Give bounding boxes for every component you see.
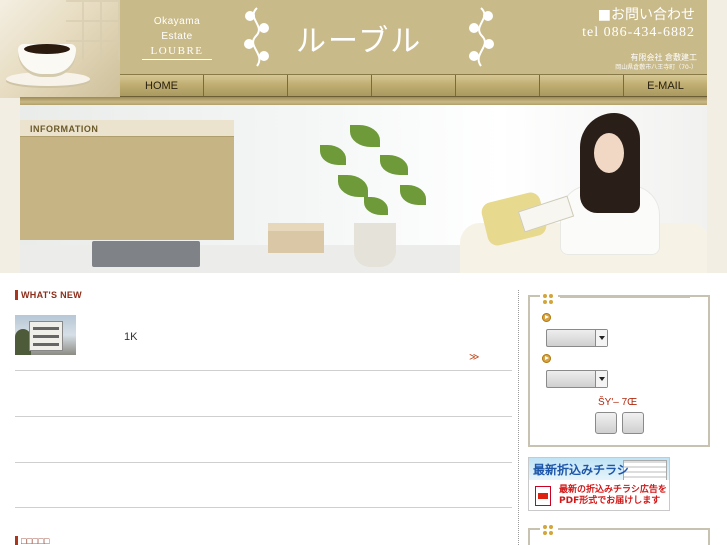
box-rule bbox=[560, 297, 690, 298]
header-banner: Okayama Estate LOUBRE ルーブル ■お問い合わせ tel 0… bbox=[120, 0, 707, 74]
information-title: INFORMATION bbox=[20, 120, 234, 137]
sidebar-box-2 bbox=[528, 522, 710, 545]
arrow-bullet-icon bbox=[542, 354, 551, 363]
company-address: 岡山県倉敷市八王寺町（70-） bbox=[615, 64, 697, 71]
header-rule-strip bbox=[20, 97, 707, 105]
saucer-shape bbox=[6, 72, 90, 86]
flyer-banner[interactable]: 最新折込みチラシ 最新の折込みチラシ広告を PDF形式でお届けします bbox=[528, 457, 670, 511]
nav-item-6[interactable] bbox=[539, 75, 623, 96]
flyer-description: 最新の折込みチラシ広告を PDF形式でお届けします bbox=[559, 485, 667, 507]
brand-line-1: Okayama bbox=[153, 16, 201, 27]
floral-ornament-right-icon bbox=[460, 6, 502, 68]
chevron-down-icon bbox=[595, 330, 607, 346]
news-item-text[interactable]: 1K bbox=[124, 331, 137, 343]
price-label: ŠY'– 7Œ bbox=[598, 397, 638, 408]
sidebar-divider bbox=[518, 290, 519, 545]
coffee-liquid-shape bbox=[24, 44, 70, 54]
hero-pot-shape bbox=[354, 223, 396, 267]
nav-item-3[interactable] bbox=[287, 75, 371, 96]
contact-link[interactable]: ■お問い合わせ bbox=[582, 6, 695, 24]
nav-item-home[interactable]: HOME bbox=[120, 75, 203, 96]
pdf-icon bbox=[535, 486, 551, 506]
sidebar-box-2-header bbox=[540, 522, 558, 541]
news-more-link[interactable]: ≫ bbox=[469, 352, 479, 363]
floral-ornament-left-icon bbox=[236, 6, 278, 68]
news-divider bbox=[15, 370, 512, 371]
hero-person-face bbox=[594, 133, 624, 173]
coffee-photo bbox=[0, 0, 120, 98]
search-select-1[interactable] bbox=[546, 329, 608, 347]
plant-leaf bbox=[380, 155, 408, 175]
flyer-title: 最新折込みチラシ bbox=[533, 463, 629, 477]
brand-line-3: LOUBRE bbox=[142, 44, 212, 60]
main-nav: HOME E-MAIL bbox=[120, 74, 707, 97]
plant-leaf bbox=[320, 145, 346, 165]
plant-leaf bbox=[364, 197, 388, 215]
nav-item-email[interactable]: E-MAIL bbox=[623, 75, 707, 96]
chevron-down-icon bbox=[595, 371, 607, 387]
search-button-1[interactable] bbox=[595, 412, 617, 434]
nav-item-4[interactable] bbox=[371, 75, 455, 96]
nav-item-2[interactable] bbox=[203, 75, 287, 96]
site-header: Okayama Estate LOUBRE ルーブル ■お問い合わせ tel 0… bbox=[0, 0, 727, 105]
thumbnail-building bbox=[29, 321, 63, 351]
arrow-bullet-icon bbox=[542, 313, 551, 322]
plant-leaf bbox=[350, 125, 380, 147]
sub-section-title: □□□□□ bbox=[15, 536, 50, 545]
brand-line-2: Estate bbox=[161, 31, 193, 42]
search-select-2[interactable] bbox=[546, 370, 608, 388]
page-side-margin-left bbox=[0, 98, 20, 273]
contact-block: ■お問い合わせ tel 086-434-6882 bbox=[582, 6, 695, 42]
dots-icon bbox=[543, 294, 555, 306]
news-divider bbox=[15, 462, 512, 463]
brand-block[interactable]: Okayama Estate LOUBRE bbox=[142, 14, 212, 60]
hero-boxes-shape bbox=[268, 223, 324, 253]
news-divider bbox=[15, 507, 512, 508]
phone-number: tel 086-434-6882 bbox=[582, 25, 695, 40]
site-logo[interactable]: ルーブル bbox=[296, 16, 422, 60]
page-side-margin-right bbox=[707, 0, 727, 273]
plant-leaf bbox=[400, 185, 426, 205]
company-info: 有限会社 倉敷建工 岡山県倉敷市八王寺町（70-） bbox=[615, 52, 697, 72]
company-name: 有限会社 倉敷建工 bbox=[630, 53, 697, 62]
search-button-2[interactable] bbox=[622, 412, 644, 434]
whats-new-title: WHAT'S NEW bbox=[15, 290, 82, 300]
plant-leaf bbox=[338, 175, 368, 197]
search-box-header bbox=[540, 291, 558, 310]
information-panel: INFORMATION bbox=[20, 120, 234, 240]
news-divider bbox=[15, 416, 512, 417]
dots-icon bbox=[543, 525, 555, 537]
nav-item-5[interactable] bbox=[455, 75, 539, 96]
flyer-desc-line-1: 最新の折込みチラシ広告を bbox=[559, 485, 667, 495]
flyer-desc-line-2: PDF形式でお届けします bbox=[559, 496, 661, 506]
news-thumbnail[interactable] bbox=[15, 315, 76, 355]
hero-tv-shape bbox=[92, 241, 200, 267]
